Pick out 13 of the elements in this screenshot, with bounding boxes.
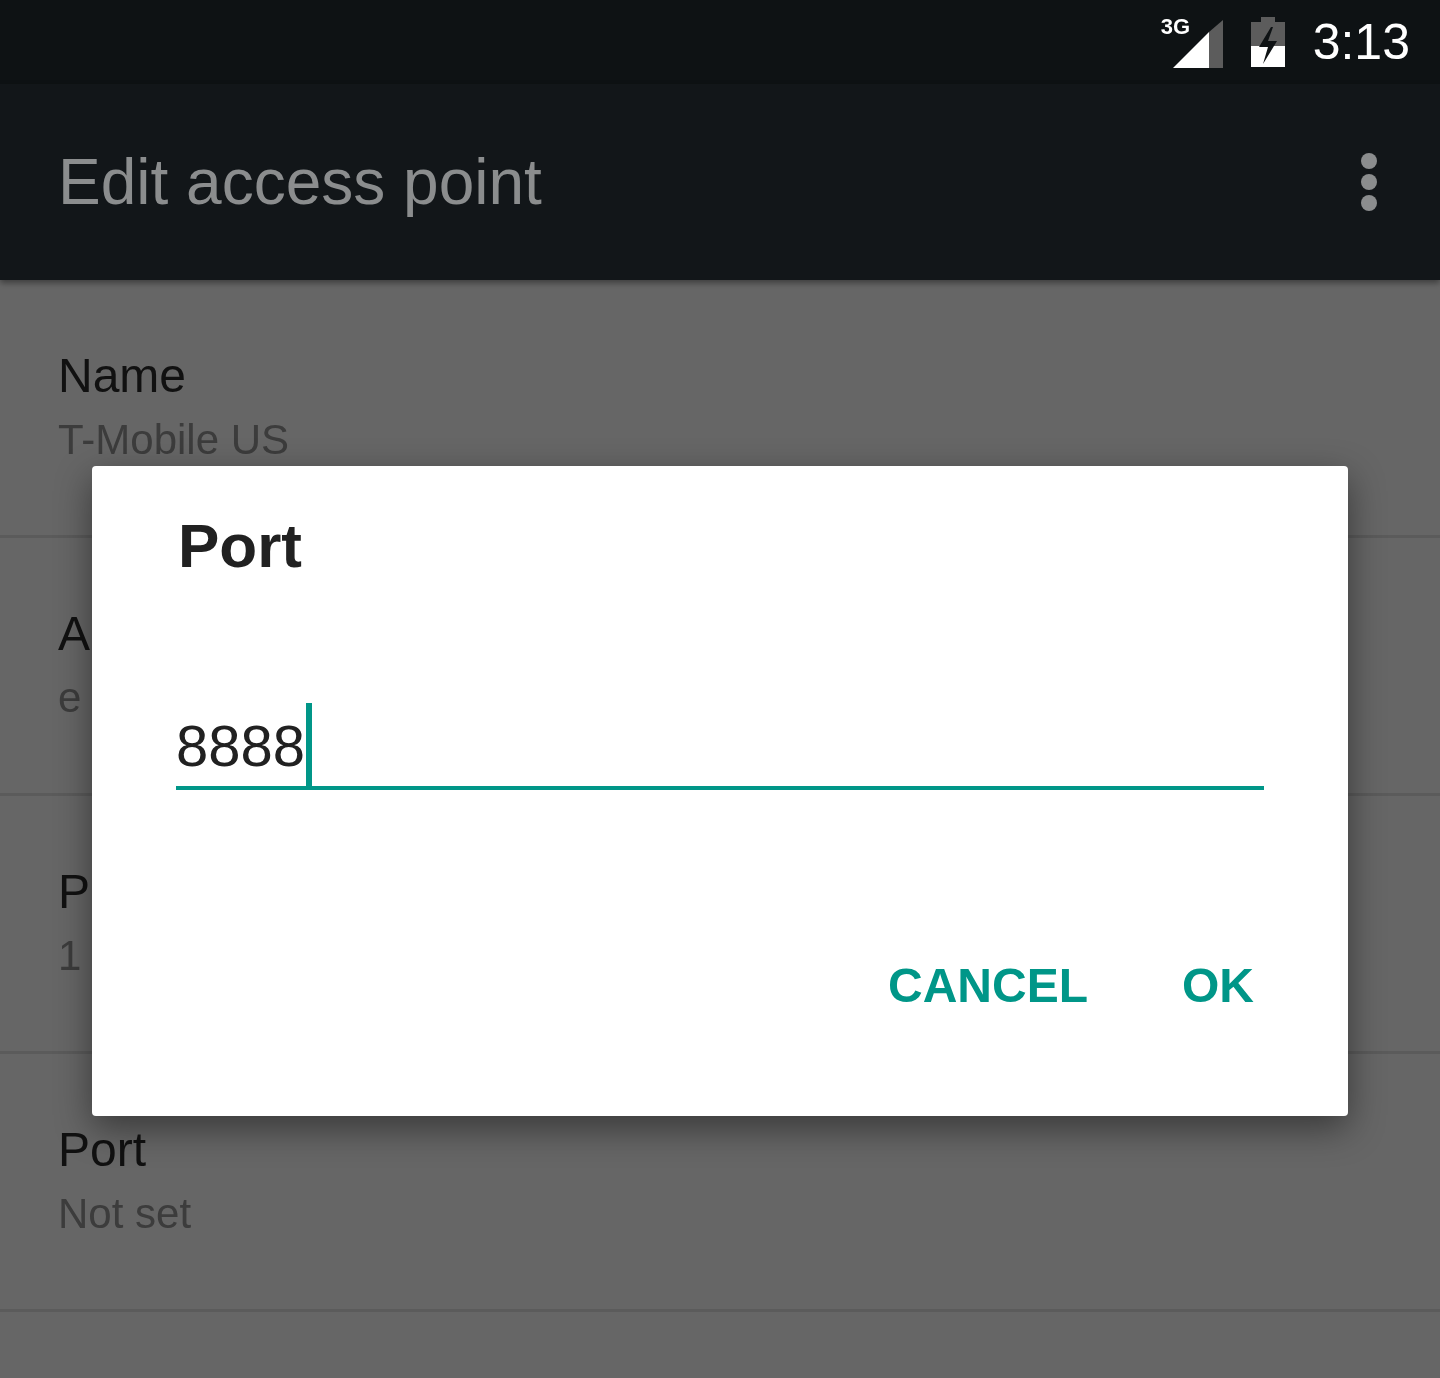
more-options-icon[interactable]	[1360, 153, 1378, 211]
screen-title: Edit access point	[58, 145, 542, 220]
battery-charging-icon	[1250, 17, 1285, 67]
setting-title: A	[58, 606, 90, 662]
setting-title: P	[58, 864, 90, 920]
input-field[interactable]: 8888	[176, 704, 1264, 790]
setting-title: Name	[58, 348, 187, 404]
ok-button[interactable]: OK	[1170, 950, 1266, 1021]
clock-time: 3:13	[1312, 13, 1410, 72]
network-type: 3G	[1160, 16, 1191, 38]
cancel-button[interactable]: CANCEL	[876, 950, 1100, 1021]
setting-title: Port	[58, 1122, 147, 1178]
dialog-title: Port	[178, 510, 302, 582]
